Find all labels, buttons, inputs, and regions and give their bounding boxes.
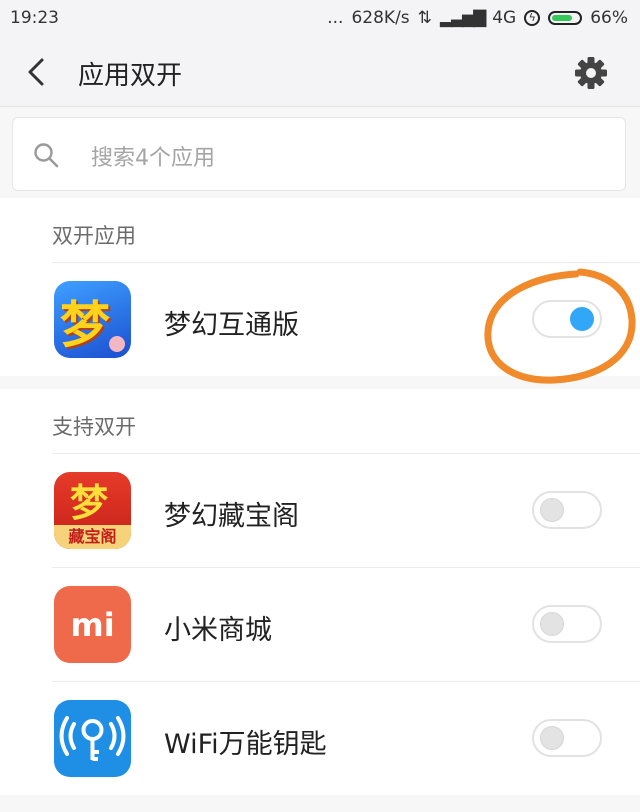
- list-item[interactable]: mi 小米商城: [52, 567, 640, 681]
- status-right: ... 628K/s ⇅ ▂▃▅▇ 4G ϟ 66%: [327, 8, 628, 28]
- back-button[interactable]: [18, 54, 58, 90]
- dual-app-toggle[interactable]: [532, 300, 602, 338]
- section-title: 双开应用: [52, 224, 136, 248]
- section-dual-apps: 双开应用 梦 梦幻互通版: [0, 198, 640, 376]
- toggle-knob: [540, 498, 564, 522]
- dual-app-toggle[interactable]: [532, 491, 602, 529]
- signal-icon: ▂▃▅▇: [439, 8, 486, 28]
- toggle-knob: [570, 307, 594, 331]
- gear-icon: [575, 57, 607, 89]
- cangbaoge-icon: 梦 藏宝阁: [54, 472, 131, 549]
- search-placeholder: 搜索4个应用: [91, 146, 215, 171]
- app-name: WiFi万能钥匙: [164, 729, 327, 760]
- section-header: 双开应用: [0, 198, 640, 262]
- notification-dots: ...: [327, 8, 344, 28]
- status-time: 19:23: [10, 8, 59, 28]
- list-item[interactable]: 梦 梦幻互通版: [52, 262, 640, 376]
- battery-icon: [548, 11, 583, 25]
- app-name: 梦幻藏宝阁: [164, 501, 299, 532]
- data-transfer-icon: ⇅: [417, 8, 432, 28]
- network-type: 4G: [492, 8, 517, 28]
- status-bar: 19:23 ... 628K/s ⇅ ▂▃▅▇ 4G ϟ 66%: [0, 0, 640, 38]
- battery-percent: 66%: [590, 8, 628, 28]
- toggle-knob: [540, 612, 564, 636]
- charging-icon: ϟ: [524, 10, 541, 26]
- toggle-knob: [540, 726, 564, 750]
- search-area: 搜索4个应用: [0, 107, 640, 197]
- network-speed: 628K/s: [351, 8, 410, 28]
- dual-app-toggle[interactable]: [532, 719, 602, 757]
- mi-store-icon: mi: [54, 586, 131, 663]
- chevron-left-icon: [28, 58, 44, 86]
- dual-app-toggle[interactable]: [532, 605, 602, 643]
- search-icon: [34, 143, 59, 168]
- search-input[interactable]: 搜索4个应用: [12, 117, 626, 191]
- app-name: 梦幻互通版: [164, 310, 299, 341]
- list-item[interactable]: 梦 藏宝阁 梦幻藏宝阁: [52, 453, 640, 567]
- wifi-key-icon: [54, 700, 131, 777]
- menghuan-icon: 梦: [54, 281, 131, 358]
- app-name: 小米商城: [164, 615, 272, 646]
- wifi-key-glyph: [59, 716, 126, 761]
- app-header: 应用双开: [0, 38, 640, 107]
- section-title: 支持双开: [52, 415, 136, 439]
- section-supported-apps: 支持双开 梦 藏宝阁 梦幻藏宝阁 mi 小米商城 WiFi万能钥匙: [0, 389, 640, 795]
- settings-button[interactable]: [574, 56, 608, 90]
- list-item[interactable]: WiFi万能钥匙: [52, 681, 640, 795]
- section-header: 支持双开: [0, 389, 640, 453]
- page-title: 应用双开: [78, 61, 183, 91]
